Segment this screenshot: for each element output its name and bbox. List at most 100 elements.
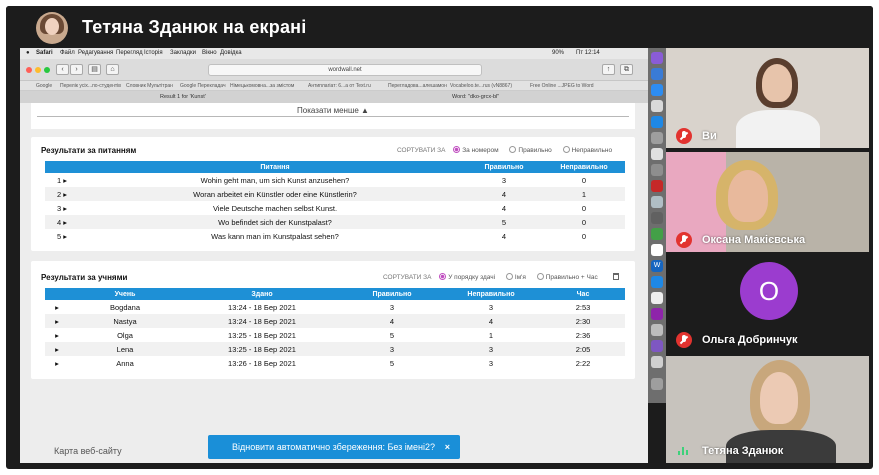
mac-dock: W xyxy=(648,48,666,403)
correct-count: 4 xyxy=(501,203,507,213)
bookmark-item[interactable]: Перегладова...алешамон xyxy=(388,83,447,89)
tab-word[interactable]: Word: "dko-grcx-bl" xyxy=(452,94,499,100)
safari-icon[interactable] xyxy=(651,116,663,128)
menu-help[interactable]: Довідка xyxy=(220,50,242,56)
viber-icon[interactable] xyxy=(651,340,663,352)
correct-count: 5 xyxy=(389,330,395,340)
menu-history[interactable]: Історія xyxy=(144,50,163,56)
bookmark-item[interactable]: Перелік усіх...по-студентів xyxy=(60,83,121,89)
table-row[interactable]: 5 ▸ Was kann man im Kunstpalast sehen? 4… xyxy=(45,229,625,243)
table-row[interactable]: 1 ▸ Wohin geht man, um sich Kunst anzuse… xyxy=(45,173,625,187)
zoom-icon[interactable] xyxy=(651,276,663,288)
expand-row-icon[interactable]: ▸ xyxy=(45,342,69,356)
app-icon[interactable] xyxy=(651,228,663,240)
sort-by-correct-time[interactable]: Правильно + Час xyxy=(536,273,598,281)
tab-result[interactable]: Result 1 for 'Kunst' xyxy=(160,94,206,100)
duration: 2:36 xyxy=(575,330,591,340)
sitemap-link[interactable]: Карта веб-сайту xyxy=(54,446,122,456)
apple-icon[interactable]: ● xyxy=(26,50,30,56)
sidebar-icon[interactable]: ▤ xyxy=(88,64,101,75)
close-icon[interactable]: × xyxy=(445,435,450,459)
app-icon[interactable] xyxy=(651,212,663,224)
bookmark-item[interactable]: Free Online ...JPEG to Word xyxy=(530,83,594,89)
table-row[interactable]: ▸ Nastya 13:24 - 18 Бер 2021 4 4 2:30 xyxy=(45,314,625,328)
student-name: Nastya xyxy=(69,314,181,328)
participant-tile[interactable]: Тетяна Зданюк xyxy=(666,356,869,463)
toast-text[interactable]: Відновити автоматично збереження: Без ім… xyxy=(232,442,435,452)
column-header-question[interactable]: Питання xyxy=(85,161,465,173)
app-icon[interactable] xyxy=(651,52,663,64)
forward-icon[interactable]: › xyxy=(70,64,83,75)
preview-icon[interactable] xyxy=(651,196,663,208)
shared-screen[interactable]: ● Safari Файл Редагування Перегляд Істор… xyxy=(20,48,648,463)
tabs-overview-icon[interactable]: ⧉ xyxy=(620,64,633,75)
expand-row-icon[interactable]: ▸ xyxy=(45,356,69,370)
zoom-window-icon[interactable] xyxy=(44,67,50,73)
bookmark-item[interactable]: Google Перекладач xyxy=(180,83,226,89)
settings-icon[interactable] xyxy=(651,164,663,176)
autosave-restore-toast[interactable]: Відновити автоматично збереження: Без ім… xyxy=(208,435,460,459)
app-icon[interactable] xyxy=(651,324,663,336)
bookmark-item[interactable]: Німецькомовна...за змістом xyxy=(230,83,294,89)
column-header-correct[interactable]: Правильно xyxy=(343,288,441,300)
bookmark-item[interactable]: Google xyxy=(36,83,52,89)
trash-icon[interactable] xyxy=(612,273,619,280)
app-icon[interactable] xyxy=(651,356,663,368)
home-icon[interactable]: ⌂ xyxy=(106,64,119,75)
expand-row-icon[interactable]: ▸ xyxy=(45,300,69,314)
participant-tile[interactable]: O Ольга Добринчук xyxy=(666,256,869,352)
sort-by-correct[interactable]: Правильно xyxy=(509,146,552,154)
correct-count: 3 xyxy=(343,342,441,356)
radio-selected-icon xyxy=(453,146,461,153)
menu-window[interactable]: Вікно xyxy=(202,50,217,56)
menu-bookmarks[interactable]: Закладки xyxy=(170,50,196,56)
table-row[interactable]: ▸ Anna 13:26 - 18 Бер 2021 5 3 2:22 xyxy=(45,356,625,370)
minimize-window-icon[interactable] xyxy=(35,67,41,73)
bookmark-item[interactable]: Vocabeloo.te...rus (vN8867) xyxy=(450,83,512,89)
finder-icon[interactable] xyxy=(651,68,663,80)
sort-option-label: Неправильно xyxy=(571,147,613,154)
close-window-icon[interactable] xyxy=(26,67,32,73)
column-header-incorrect[interactable]: Неправильно xyxy=(441,288,541,300)
app-icon[interactable] xyxy=(651,180,663,192)
notes-icon[interactable] xyxy=(651,148,663,160)
column-header-student[interactable]: Учень xyxy=(69,288,181,300)
table-row[interactable]: 2 ▸ Woran arbeitet ein Künstler oder ein… xyxy=(45,187,625,201)
trash-icon[interactable] xyxy=(651,378,663,390)
table-row[interactable]: ▸ Lena 13:25 - 18 Бер 2021 3 3 2:05 xyxy=(45,342,625,356)
app-icon[interactable] xyxy=(651,308,663,320)
menu-safari[interactable]: Safari xyxy=(36,50,53,56)
photos-icon[interactable] xyxy=(651,132,663,144)
participant-tile[interactable]: Ви xyxy=(666,48,869,148)
column-header-time[interactable]: Час xyxy=(541,288,625,300)
menu-edit[interactable]: Редагування xyxy=(78,50,113,56)
show-less-link[interactable]: Показати менше ▲ xyxy=(31,106,635,115)
column-header-submitted[interactable]: Здано xyxy=(181,288,343,300)
speaking-indicator-icon xyxy=(678,447,688,455)
word-icon[interactable]: W xyxy=(651,260,663,272)
column-header-correct[interactable]: Правильно xyxy=(465,161,543,173)
sort-by-incorrect[interactable]: Неправильно xyxy=(562,146,613,154)
menu-view[interactable]: Перегляд xyxy=(116,50,143,56)
sort-by-submission[interactable]: У порядку здачі xyxy=(439,273,495,281)
table-row[interactable]: 3 ▸ Viele Deutsche machen selbst Kunst. … xyxy=(45,201,625,215)
app-icon[interactable] xyxy=(651,244,663,256)
table-row[interactable]: ▸ Bogdana 13:24 - 18 Бер 2021 3 3 2:53 xyxy=(45,300,625,314)
table-row[interactable]: ▸ Olga 13:25 - 18 Бер 2021 5 1 2:36 xyxy=(45,328,625,342)
expand-row-icon[interactable]: ▸ xyxy=(45,314,69,328)
table-row[interactable]: 4 ▸ Wo befindet sich der Kunstpalast? 5 … xyxy=(45,215,625,229)
participant-tile[interactable]: Оксана Макієвська xyxy=(666,152,869,252)
expand-row-icon[interactable]: ▸ xyxy=(45,328,69,342)
share-icon[interactable]: ↑ xyxy=(602,64,615,75)
app-icon[interactable] xyxy=(651,292,663,304)
bookmark-item[interactable]: Антиплагіат: 6...а от Text.ru xyxy=(308,83,371,89)
column-header-incorrect[interactable]: Неправильно xyxy=(543,161,625,173)
app-store-icon[interactable] xyxy=(651,84,663,96)
bookmark-item[interactable]: Словник Мультітран xyxy=(126,83,173,89)
calendar-icon[interactable] xyxy=(651,100,663,112)
menu-file[interactable]: Файл xyxy=(60,50,75,56)
sort-by-name[interactable]: Ім'я xyxy=(505,273,526,281)
back-icon[interactable]: ‹ xyxy=(56,64,69,75)
sort-by-number[interactable]: За номером xyxy=(453,146,499,154)
address-bar[interactable]: wordwall.net xyxy=(208,64,482,76)
